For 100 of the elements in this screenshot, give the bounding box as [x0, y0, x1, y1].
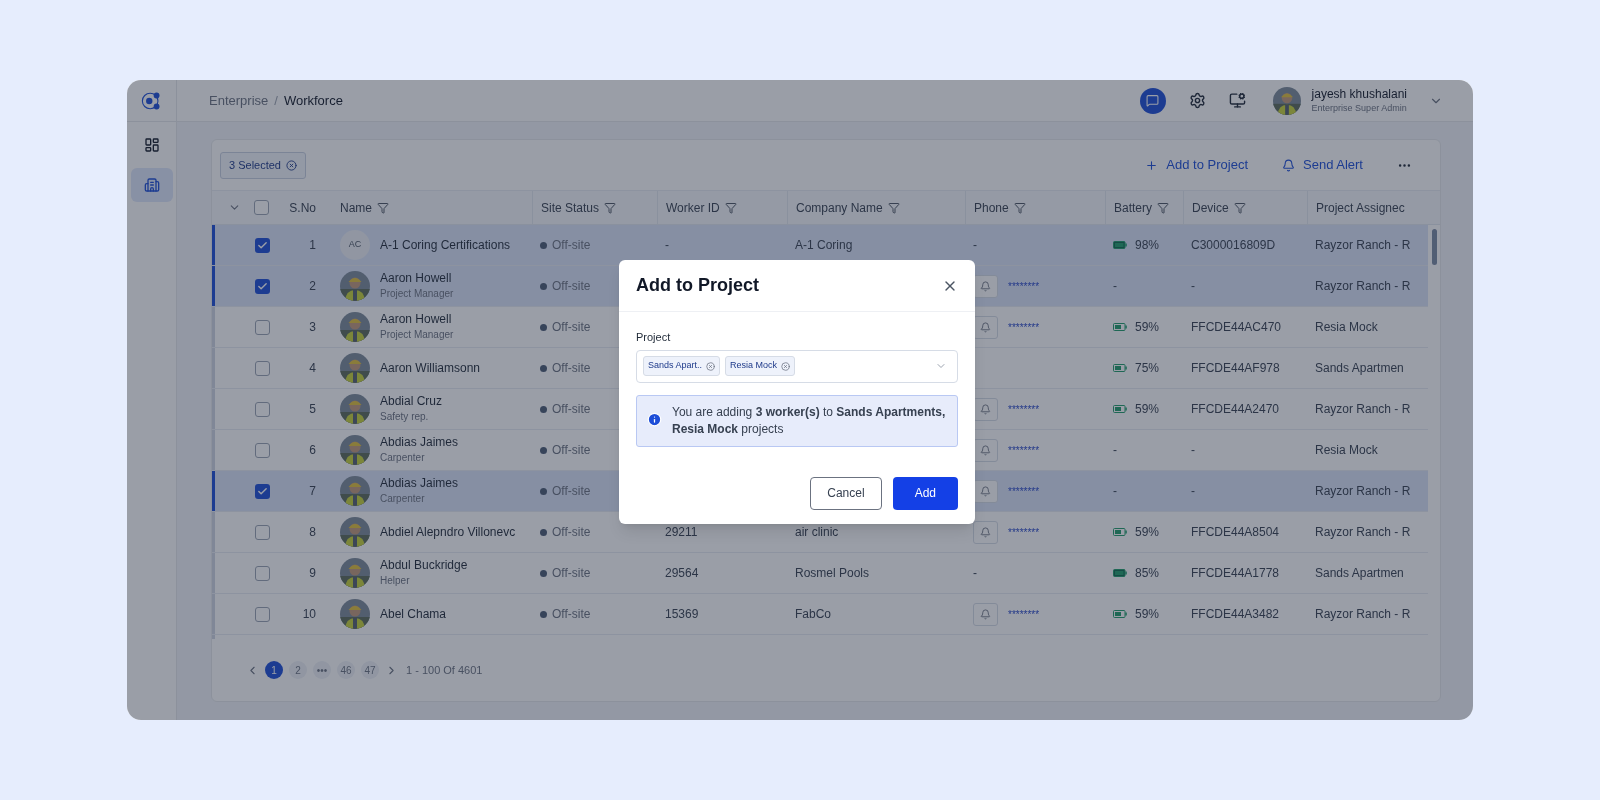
- worker-role: Project Manager: [380, 328, 454, 342]
- table-cell-text: -: [1191, 483, 1195, 500]
- site-status: Off-site: [552, 319, 591, 336]
- table-cell-text: Resia Mock: [1315, 319, 1378, 336]
- cancel-button[interactable]: Cancel: [810, 476, 882, 510]
- page-button[interactable]: 46: [337, 661, 355, 679]
- table-cell-text: 9: [309, 565, 316, 582]
- column-header: Device: [1192, 199, 1229, 217]
- column-header: S.No: [289, 199, 316, 217]
- table-cell-text: air clinic: [795, 524, 839, 541]
- worker-name: Abel Chama: [380, 606, 447, 622]
- masked-phone: ********: [1008, 525, 1040, 540]
- breadcrumb-item: Workforce: [283, 91, 343, 110]
- dialog-title: Add to Project: [636, 274, 759, 297]
- table-cell-text: Rayzor Ranch - R: [1315, 237, 1411, 254]
- table-cell-text: 2: [309, 278, 316, 295]
- column-header: Site Status: [541, 199, 600, 217]
- page-button[interactable]: 47: [361, 661, 379, 679]
- table-cell-text: 6: [309, 442, 316, 459]
- masked-phone: ********: [1008, 607, 1040, 622]
- battery-level: -: [1113, 442, 1117, 459]
- masked-phone: ********: [1008, 484, 1040, 499]
- column-header: Company Name: [796, 199, 883, 217]
- site-status: Off-site: [552, 606, 591, 623]
- masked-phone: ********: [1008, 320, 1040, 335]
- table-cell-text: C3000016809D: [1191, 237, 1276, 254]
- column-header: Battery: [1114, 199, 1152, 217]
- breadcrumb-separator: /: [274, 91, 278, 110]
- battery-level: -: [1113, 483, 1117, 500]
- site-status: Off-site: [552, 360, 591, 377]
- masked-phone: ********: [1008, 402, 1040, 417]
- table-cell-text: -: [665, 237, 669, 254]
- user-name: jayesh khushalani: [1311, 86, 1407, 101]
- table-cell-text: Rayzor Ranch - R: [1315, 524, 1411, 541]
- column-header: Project Assignec: [1316, 199, 1405, 217]
- table-cell-text: 10: [302, 606, 316, 623]
- battery-level: 75%: [1135, 360, 1160, 377]
- site-status: Off-site: [552, 442, 591, 459]
- worker-role: Project Manager: [380, 287, 454, 301]
- table-cell-text: 29211: [665, 524, 698, 541]
- worker-name: Abdias Jaimes: [380, 435, 459, 450]
- table-cell-text: Rayzor Ranch - R: [1315, 606, 1411, 623]
- project-tag[interactable]: Sands Apart..: [643, 356, 721, 376]
- project-tag[interactable]: Resia Mock: [725, 356, 796, 376]
- table-cell-text: 7: [309, 483, 316, 500]
- table-cell-text: FFCDE44AC470: [1191, 319, 1282, 336]
- table-cell-text: -: [1191, 278, 1195, 295]
- worker-role: Carpenter: [380, 451, 426, 465]
- table-cell-text: 4: [309, 360, 316, 377]
- battery-level: 59%: [1135, 401, 1160, 418]
- table-cell-text: 29564: [665, 565, 699, 582]
- table-cell-text: -: [1191, 442, 1195, 459]
- table-cell-text: FabCo: [795, 606, 832, 623]
- battery-level: 59%: [1135, 524, 1160, 541]
- site-status: Off-site: [552, 524, 591, 541]
- table-cell-text: FFCDE44A2470: [1191, 401, 1280, 418]
- pagination-summary: 1 - 100 Of 4601: [406, 662, 483, 678]
- table-cell-text: A-1 Coring: [795, 237, 853, 254]
- site-status: Off-site: [552, 483, 591, 500]
- worker-role: Carpenter: [380, 492, 426, 506]
- page-button[interactable]: 1: [265, 661, 283, 679]
- column-header: Phone: [974, 199, 1009, 217]
- worker-role: Helper: [380, 574, 411, 588]
- selection-chip[interactable]: 3 Selected: [220, 151, 306, 179]
- info-message: You are adding 3 worker(s) to Sands Apartments, Resia Mock projects: [672, 403, 947, 438]
- column-header: Worker ID: [666, 199, 720, 217]
- table-cell-text: FFCDE44AF978: [1191, 360, 1280, 377]
- toolbar-action[interactable]: Send Alert: [1282, 155, 1363, 175]
- user-role: Enterprise Super Admin: [1311, 101, 1407, 115]
- field-label: Project: [636, 330, 672, 345]
- table-cell-text: 8: [309, 524, 316, 541]
- site-status: Off-site: [552, 278, 591, 295]
- worker-name: A-1 Coring Certifications: [380, 237, 511, 253]
- site-status: Off-site: [552, 237, 591, 254]
- avatar-initials: AC: [340, 230, 370, 260]
- table-cell-text: 15369: [665, 606, 699, 623]
- worker-name: Aaron Williamsonn: [380, 360, 481, 376]
- site-status: Off-site: [552, 401, 591, 418]
- table-cell-text: -: [973, 237, 977, 254]
- add-button[interactable]: Add: [892, 476, 958, 510]
- toolbar-action[interactable]: Add to Project: [1145, 155, 1248, 175]
- battery-level: -: [1113, 278, 1117, 295]
- worker-name: Abdial Cruz: [380, 394, 443, 409]
- worker-name: Aaron Howell: [380, 271, 453, 286]
- battery-level: 98%: [1135, 237, 1160, 254]
- table-cell-text: -: [973, 565, 977, 582]
- page-button[interactable]: 2: [289, 661, 307, 679]
- table-cell-text: 3: [309, 319, 316, 336]
- table-cell-text: 5: [309, 401, 316, 418]
- worker-name: Aaron Howell: [380, 312, 453, 327]
- table-cell-text: Rayzor Ranch - R: [1315, 401, 1411, 418]
- table-cell-text: Resia Mock: [1315, 442, 1378, 459]
- page-button[interactable]: •••: [313, 661, 331, 679]
- table-cell-text: FFCDE44A3482: [1191, 606, 1280, 623]
- battery-level: 59%: [1135, 606, 1160, 623]
- masked-phone: ********: [1008, 443, 1040, 458]
- battery-level: 85%: [1135, 565, 1160, 582]
- battery-level: 59%: [1135, 319, 1160, 336]
- project-select[interactable]: Sands Apart.. Resia Mock: [636, 349, 958, 383]
- breadcrumb-item[interactable]: Enterprise: [209, 90, 269, 111]
